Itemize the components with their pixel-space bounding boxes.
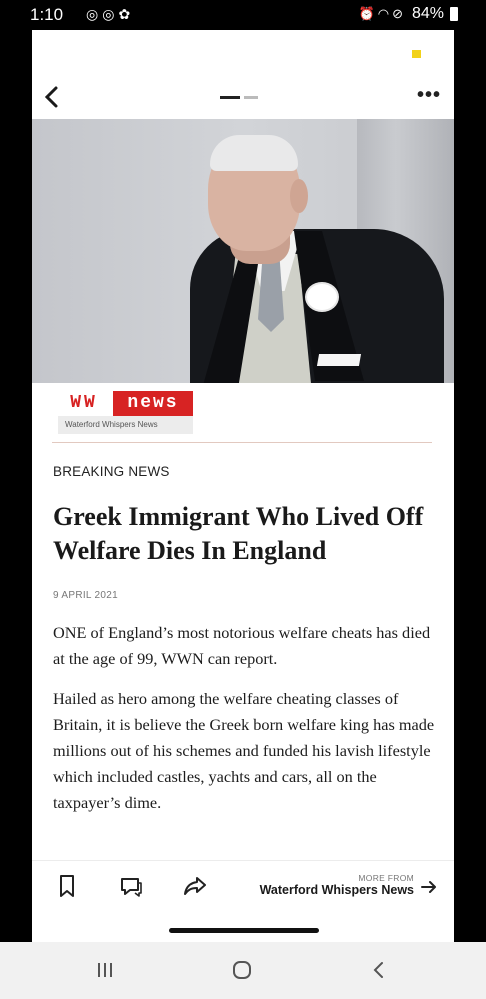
- system-nav-bar: [0, 942, 486, 999]
- whatsapp-icon: ◎: [86, 6, 103, 22]
- article-kicker: BREAKING NEWS: [53, 464, 170, 479]
- top-nav: •••: [32, 80, 454, 116]
- back-arrow-icon[interactable]: [39, 82, 67, 112]
- article-paragraph: ONE of England’s most notorious welfare …: [53, 623, 431, 668]
- whatsapp-icon: ◎: [102, 6, 119, 22]
- notification-icon: ✿: [118, 6, 135, 22]
- system-icons: ⏰◠⊘: [359, 6, 406, 22]
- app-screen: ••• WW news Waterford Whispers News BREA…: [32, 30, 454, 942]
- more-from-link[interactable]: MORE FROM Waterford Whispers News: [260, 873, 414, 897]
- page-dot: [244, 96, 258, 99]
- battery-level: 84%: [411, 5, 444, 22]
- wifi-icon: ◠: [377, 6, 393, 21]
- divider: [52, 442, 432, 443]
- yellow-marker: [412, 50, 421, 58]
- more-from-source: Waterford Whispers News: [259, 883, 414, 897]
- status-right: ⏰◠⊘ 84%: [359, 5, 458, 23]
- back-icon[interactable]: [366, 957, 392, 983]
- notification-icons: ◎◎✿: [86, 6, 134, 23]
- battery-icon: [450, 7, 458, 21]
- comment-icon[interactable]: [118, 873, 144, 899]
- status-bar: 1:10 ◎◎✿ ⏰◠⊘ 84%: [0, 0, 486, 30]
- share-icon[interactable]: [182, 873, 208, 899]
- logo-ww: WW: [58, 391, 110, 416]
- more-options-icon[interactable]: •••: [417, 84, 441, 107]
- dnd-icon: ⊘: [392, 6, 406, 21]
- bookmark-icon[interactable]: [54, 873, 80, 899]
- alarm-icon: ⏰: [358, 6, 378, 21]
- more-from-label: MORE FROM: [358, 873, 414, 883]
- page-dot-active: [220, 96, 240, 99]
- home-icon[interactable]: [229, 957, 255, 983]
- home-indicator[interactable]: [169, 928, 319, 933]
- publisher-logo[interactable]: WW news Waterford Whispers News: [58, 391, 193, 435]
- article-date: 9 APRIL 2021: [53, 590, 118, 601]
- article-body: ONE of England’s most notorious welfare …: [53, 620, 438, 830]
- logo-subtitle: Waterford Whispers News: [58, 416, 193, 434]
- arrow-right-icon[interactable]: [420, 879, 438, 895]
- logo-news: news: [113, 391, 193, 416]
- recent-apps-icon[interactable]: [92, 957, 118, 983]
- hero-image: [32, 119, 454, 383]
- article-headline: Greek Immigrant Who Lived Off Welfare Di…: [53, 502, 424, 565]
- flower-icon: [307, 284, 337, 310]
- action-bar: MORE FROM Waterford Whispers News: [32, 860, 454, 908]
- status-time: 1:10: [30, 5, 64, 24]
- page-indicator: [220, 96, 258, 99]
- article-paragraph: Hailed as hero among the welfare cheatin…: [53, 689, 435, 812]
